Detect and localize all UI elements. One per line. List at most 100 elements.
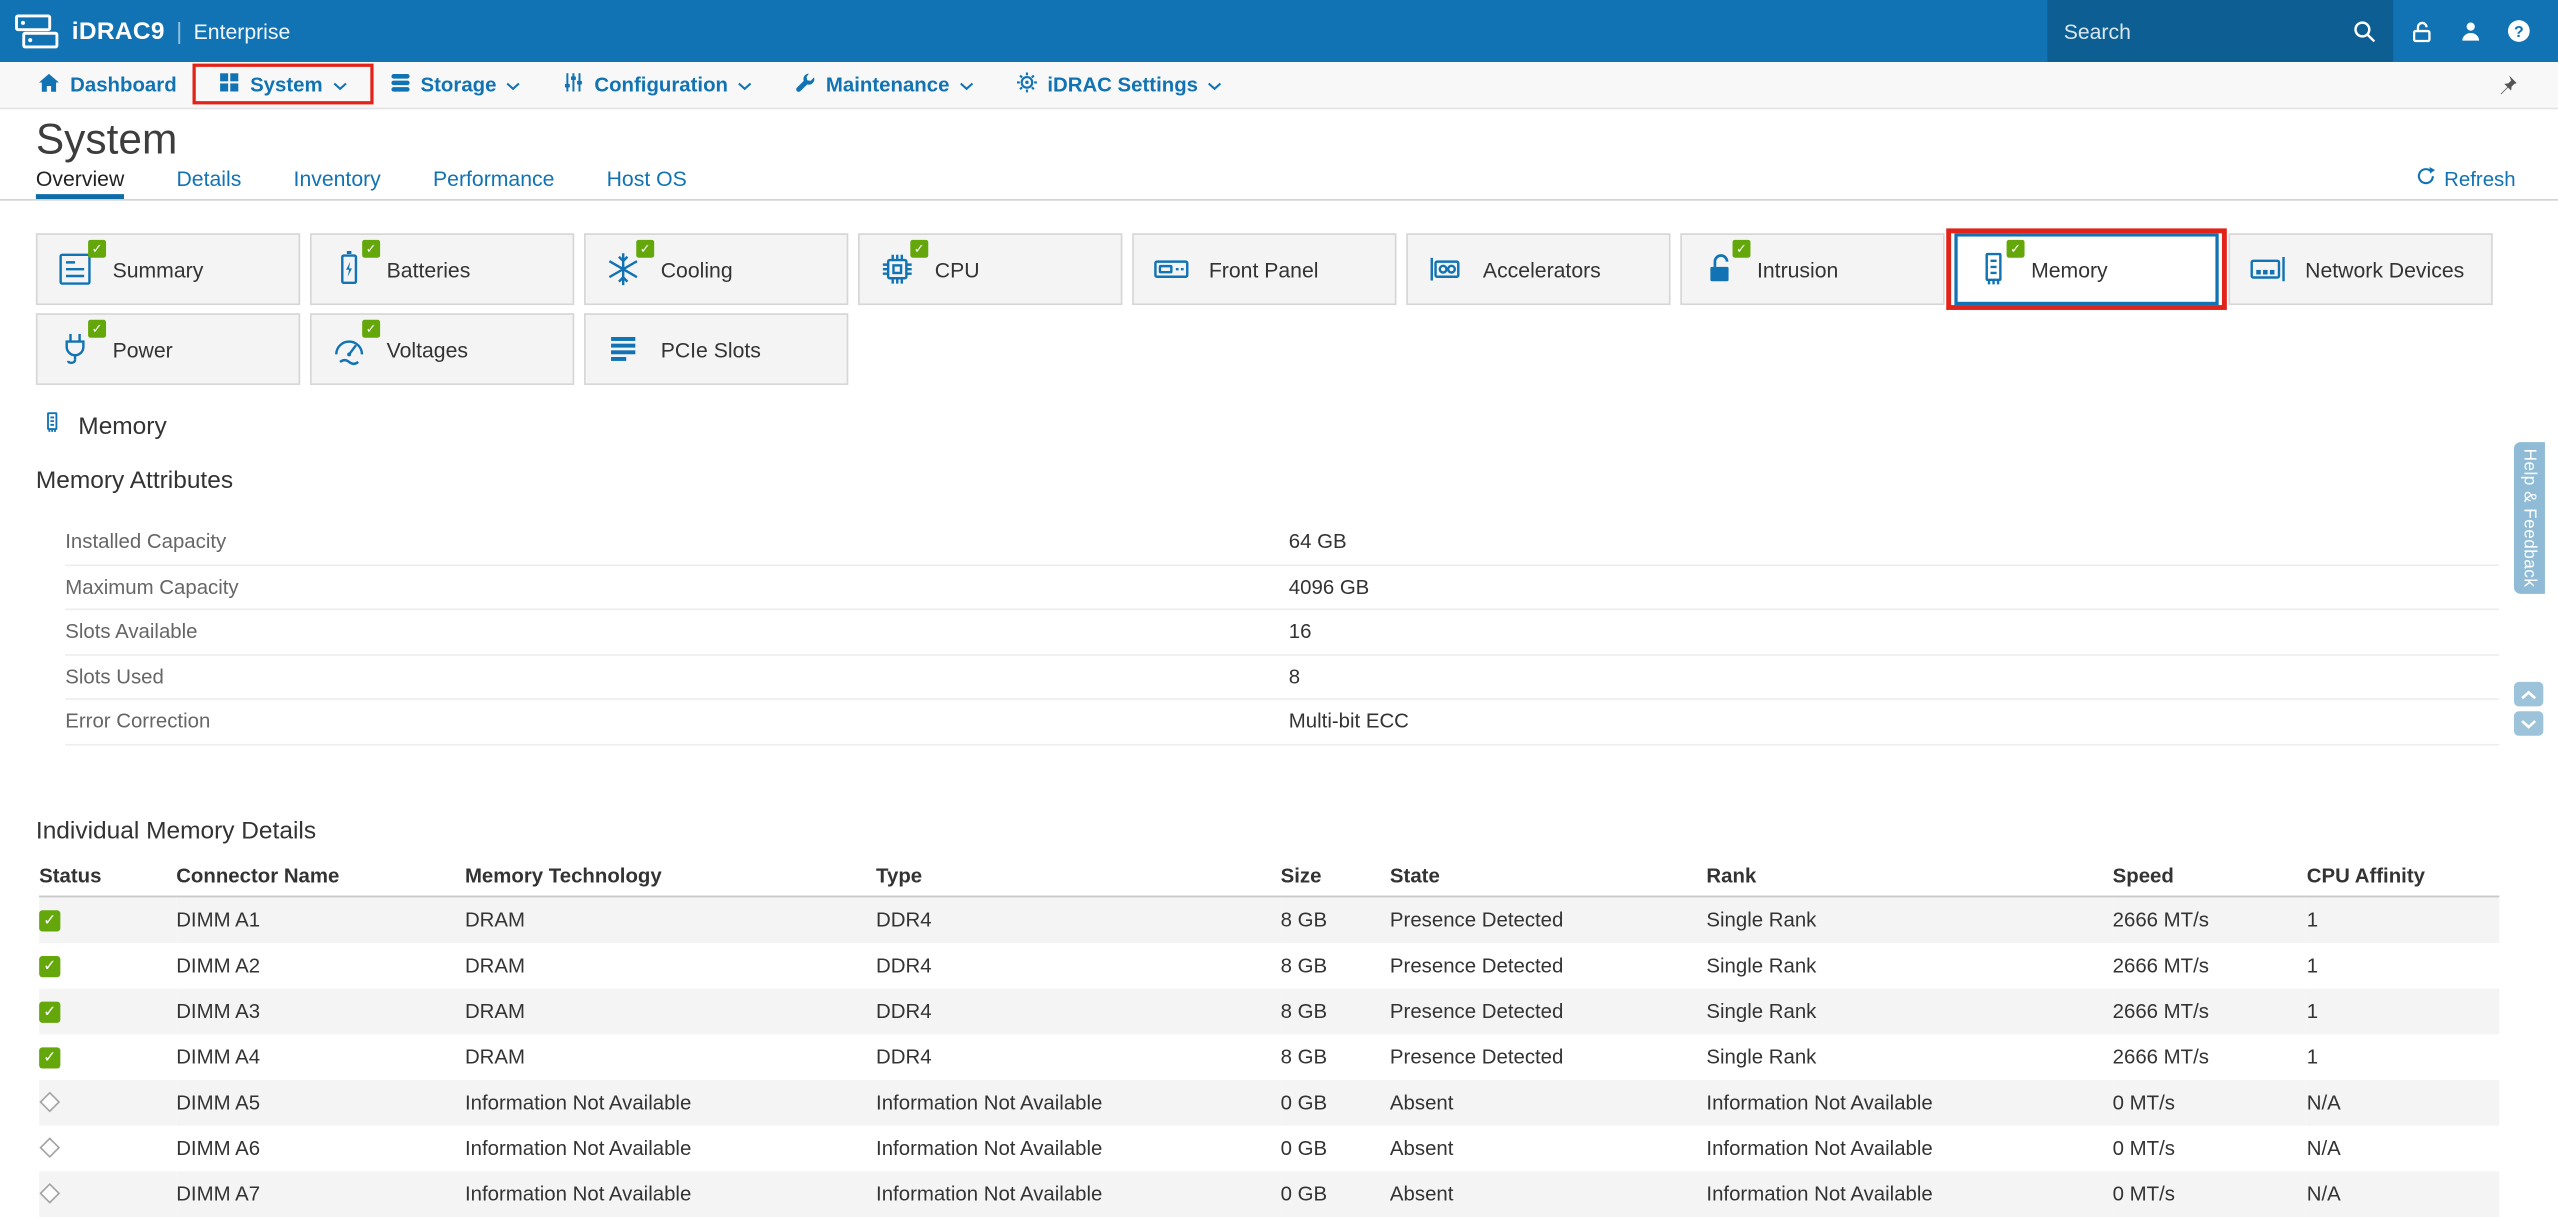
- tile-intrusion[interactable]: Intrusion: [1680, 233, 1944, 305]
- healthy-check-icon: [362, 320, 380, 338]
- cell: 0 MT/s: [2113, 1125, 2307, 1171]
- table-row: DIMM A7 Information Not Available Inform…: [39, 1171, 2499, 1217]
- cell: DDR4: [876, 896, 1281, 942]
- cell: Information Not Available: [876, 1079, 1281, 1125]
- tab-inventory[interactable]: Inventory: [294, 166, 381, 199]
- cell: 2666 MT/s: [2113, 1033, 2307, 1079]
- cell: DIMM A2: [176, 942, 465, 988]
- intrusion-icon: [1697, 246, 1743, 292]
- scroll-up-button[interactable]: [2514, 682, 2543, 706]
- cell: 0 GB: [1281, 1171, 1390, 1217]
- cell: 8 GB: [1281, 896, 1390, 942]
- nav-item-system[interactable]: System: [198, 62, 368, 108]
- nav-item-dashboard[interactable]: Dashboard: [16, 62, 198, 108]
- tile-summary[interactable]: Summary: [36, 233, 300, 305]
- cell: DIMM A3: [176, 988, 465, 1034]
- tile-pcie-slots[interactable]: PCIe Slots: [584, 313, 848, 385]
- cell: 2666 MT/s: [2113, 988, 2307, 1034]
- main-nav: Dashboard System Storage Configuration M…: [0, 62, 2558, 109]
- attribute-row: Slots Used 8: [65, 655, 2499, 700]
- nav-item-idrac-settings[interactable]: iDRAC Settings: [995, 62, 1244, 108]
- network-icon: [2245, 246, 2291, 292]
- cell: Absent: [1390, 1125, 1706, 1171]
- healthy-check-icon: [2007, 240, 2025, 258]
- topbar: iDRAC9 | Enterprise ?: [0, 0, 2558, 62]
- tile-cooling[interactable]: Cooling: [584, 233, 848, 305]
- lock-icon[interactable]: [2403, 13, 2439, 49]
- refresh-button[interactable]: Refresh: [2416, 166, 2515, 199]
- help-icon[interactable]: ?: [2501, 13, 2537, 49]
- cell: DIMM A6: [176, 1125, 465, 1171]
- attribute-row: Error Correction Multi-bit ECC: [65, 700, 2499, 745]
- pin-icon[interactable]: [2496, 73, 2519, 104]
- topbar-right: ?: [2047, 0, 2558, 62]
- cell: Information Not Available: [1706, 1171, 2112, 1217]
- nav-item-storage[interactable]: Storage: [368, 62, 542, 108]
- status-ok-icon: [39, 910, 60, 931]
- healthy-check-icon: [636, 240, 654, 258]
- cell: Information Not Available: [876, 1125, 1281, 1171]
- tab-performance[interactable]: Performance: [433, 166, 554, 199]
- nav-label: Maintenance: [826, 73, 950, 96]
- tile-power[interactable]: Power: [36, 313, 300, 385]
- cell: Single Rank: [1706, 896, 2112, 942]
- cell: DDR4: [876, 1033, 1281, 1079]
- tile-network-devices[interactable]: Network Devices: [2228, 233, 2492, 305]
- status-ok-icon: [39, 1047, 60, 1068]
- attribute-row: Slots Available 16: [65, 610, 2499, 655]
- cell: DRAM: [465, 988, 876, 1034]
- cell: 8 GB: [1281, 1033, 1390, 1079]
- tile-cpu[interactable]: CPU: [858, 233, 1122, 305]
- search-icon[interactable]: [2351, 13, 2377, 49]
- tile-batteries[interactable]: Batteries: [310, 233, 574, 305]
- cell: 1: [2307, 988, 2500, 1034]
- tile-front-panel[interactable]: Front Panel: [1132, 233, 1396, 305]
- cell: Information Not Available: [1706, 1125, 2112, 1171]
- front-panel-icon: [1148, 246, 1194, 292]
- cell: Information Not Available: [876, 1171, 1281, 1217]
- nav-item-maintenance[interactable]: Maintenance: [774, 62, 995, 108]
- column-header: Status: [39, 857, 176, 896]
- tile-label: Summary: [113, 257, 204, 281]
- brand: iDRAC9 | Enterprise: [0, 12, 290, 50]
- battery-icon: [326, 246, 372, 292]
- cell: Information Not Available: [465, 1079, 876, 1125]
- chevron-down-icon: [332, 73, 347, 96]
- attribute-label: Slots Used: [65, 665, 1289, 688]
- tile-voltages[interactable]: Voltages: [310, 313, 574, 385]
- status-ok-icon: [39, 955, 60, 976]
- tab-overview[interactable]: Overview: [36, 166, 124, 199]
- memory-section-header: Memory: [39, 411, 2558, 440]
- cell: 8 GB: [1281, 942, 1390, 988]
- refresh-icon: [2416, 166, 2436, 190]
- help-feedback-tab[interactable]: Help & Feedback: [2514, 442, 2545, 594]
- page-title: System: [0, 109, 2558, 161]
- tab-host-os[interactable]: Host OS: [607, 166, 687, 199]
- user-icon[interactable]: [2452, 13, 2488, 49]
- nav-label: System: [250, 73, 323, 96]
- nav-label: Dashboard: [70, 73, 177, 96]
- tile-label: Power: [113, 337, 173, 361]
- chevron-up-icon: [2520, 689, 2536, 699]
- tile-label: Accelerators: [1483, 257, 1601, 281]
- nav-item-configuration[interactable]: Configuration: [542, 62, 774, 108]
- attribute-label: Error Correction: [65, 710, 1289, 733]
- tab-details[interactable]: Details: [176, 166, 241, 199]
- cell: 1: [2307, 1033, 2500, 1079]
- svg-text:?: ?: [2514, 24, 2524, 41]
- search-input[interactable]: [2064, 19, 2351, 43]
- table-row: DIMM A5 Information Not Available Inform…: [39, 1079, 2499, 1125]
- cell: Absent: [1390, 1171, 1706, 1217]
- healthy-check-icon: [88, 320, 106, 338]
- memory-details-heading: Individual Memory Details: [36, 817, 2558, 845]
- tile-memory[interactable]: Memory: [1954, 233, 2218, 305]
- memory-attributes-heading: Memory Attributes: [36, 467, 2558, 495]
- attribute-label: Maximum Capacity: [65, 575, 1289, 598]
- attribute-value: 64 GB: [1289, 531, 1347, 554]
- healthy-check-icon: [1733, 240, 1751, 258]
- tile-accelerators[interactable]: Accelerators: [1406, 233, 1670, 305]
- cell: Single Rank: [1706, 988, 2112, 1034]
- table-row: DIMM A2 DRAM DDR4 8 GB Presence Detected…: [39, 942, 2499, 988]
- tile-label: Network Devices: [2305, 257, 2464, 281]
- scroll-down-button[interactable]: [2514, 711, 2543, 735]
